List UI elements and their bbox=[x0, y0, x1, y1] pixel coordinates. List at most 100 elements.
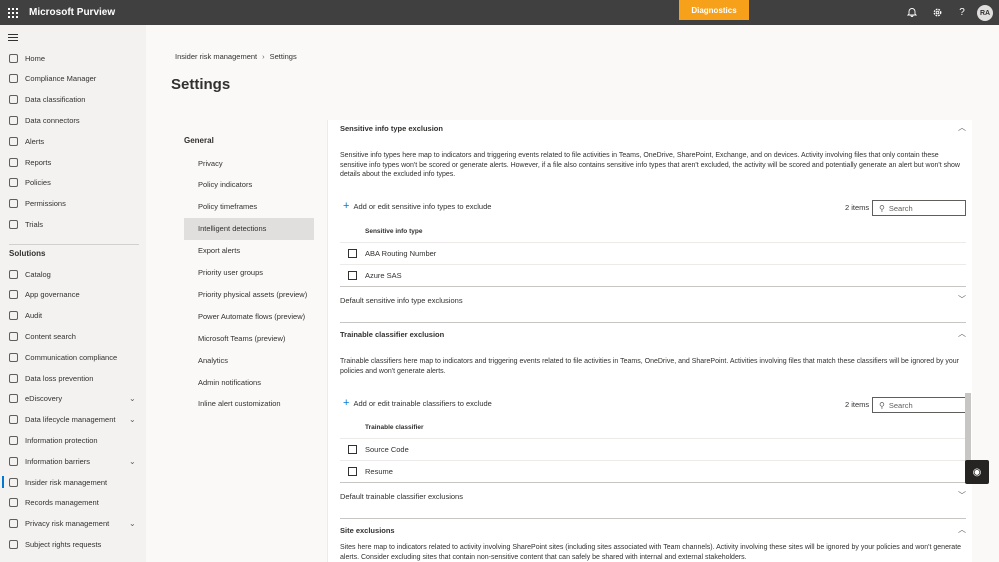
nav-divider bbox=[9, 244, 139, 245]
sidebar-item-data-lifecycle-management[interactable]: Data lifecycle management ⌄ bbox=[0, 412, 146, 428]
app-launcher-icon[interactable] bbox=[8, 8, 18, 18]
chevron-down-icon[interactable]: ﹀ bbox=[958, 294, 966, 305]
settings-nav-item-power-automate-flows-preview-[interactable]: Power Automate flows (preview) bbox=[184, 305, 314, 327]
trials-icon bbox=[9, 219, 18, 229]
settings-nav-item-policy-indicators[interactable]: Policy indicators bbox=[184, 174, 314, 196]
alert-icon bbox=[9, 136, 18, 146]
settings-nav-item-analytics[interactable]: Analytics bbox=[184, 349, 314, 371]
section-divider bbox=[340, 322, 966, 323]
page-title: Settings bbox=[171, 76, 231, 93]
breadcrumb-current: Settings bbox=[269, 52, 297, 61]
sidebar-item-content-search[interactable]: Content search bbox=[0, 328, 146, 344]
sidebar-item-app-governance[interactable]: App governance bbox=[0, 287, 146, 303]
sidebar-item-privacy-risk-management[interactable]: Privacy risk management ⌄ bbox=[0, 516, 146, 532]
app-title[interactable]: Microsoft Purview bbox=[29, 7, 115, 18]
feedback-button[interactable]: ◉ bbox=[965, 460, 989, 484]
audit-icon bbox=[9, 311, 18, 321]
diagnostics-button[interactable]: Diagnostics bbox=[679, 0, 749, 20]
default-trainable-exclusions-row[interactable]: Default trainable classifier exclusions … bbox=[340, 482, 966, 510]
home-icon bbox=[9, 53, 18, 63]
table-row: Source Code bbox=[340, 438, 966, 460]
sidebar-item-label: Subject rights requests bbox=[25, 539, 102, 549]
sidebar-item-insider-risk-management[interactable]: Insider risk management bbox=[0, 474, 146, 490]
default-sensitive-exclusions-row[interactable]: Default sensitive info type exclusions ﹀ bbox=[340, 286, 966, 314]
sidebar-item-ediscovery[interactable]: eDiscovery ⌄ bbox=[0, 391, 146, 407]
breadcrumb-parent[interactable]: Insider risk management bbox=[175, 52, 257, 61]
table-row: ABA Routing Number bbox=[340, 242, 966, 264]
settings-nav-item-export-alerts[interactable]: Export alerts bbox=[184, 240, 314, 262]
settings-nav-item-privacy[interactable]: Privacy bbox=[184, 152, 314, 174]
trainable-column-header: Trainable classifier bbox=[365, 424, 424, 431]
info-protection-icon bbox=[9, 435, 18, 445]
sidebar-item-policies[interactable]: Policies bbox=[0, 175, 146, 191]
sidebar-item-data-classification[interactable]: Data classification bbox=[0, 92, 146, 108]
settings-nav-item-inline-alert-customization[interactable]: Inline alert customization bbox=[184, 393, 314, 415]
sensitive-search-input[interactable]: ⚲ Search bbox=[872, 200, 966, 216]
sidebar-item-information-barriers[interactable]: Information barriers ⌄ bbox=[0, 453, 146, 469]
chevron-down-icon[interactable]: ⌄ bbox=[129, 394, 136, 403]
sidebar-item-data-loss-prevention[interactable]: Data loss prevention bbox=[0, 370, 146, 386]
sidebar-item-audit[interactable]: Audit bbox=[0, 308, 146, 324]
sidebar-item-trials[interactable]: Trials bbox=[0, 216, 146, 232]
records-icon bbox=[9, 498, 18, 508]
feedback-icon: ◉ bbox=[972, 466, 982, 478]
row-label: Source Code bbox=[365, 445, 409, 454]
sidebar-item-home[interactable]: Home bbox=[0, 50, 146, 66]
sidebar-item-label: Alerts bbox=[25, 136, 45, 146]
sidebar-item-subject-rights-requests[interactable]: Subject rights requests bbox=[0, 536, 146, 552]
chevron-down-icon[interactable]: ⌄ bbox=[129, 415, 136, 424]
chevron-down-icon[interactable]: ⌄ bbox=[129, 519, 136, 528]
chevron-right-icon: › bbox=[262, 52, 265, 61]
chevron-down-icon[interactable]: ﹀ bbox=[958, 490, 966, 501]
help-icon[interactable]: ? bbox=[956, 6, 968, 18]
hamburger-menu-icon[interactable] bbox=[8, 34, 18, 43]
chevron-up-icon[interactable]: ︿ bbox=[958, 524, 966, 535]
trainable-search-input[interactable]: ⚲ Search bbox=[872, 397, 966, 413]
top-bar: Microsoft Purview Diagnostics ? RA bbox=[0, 0, 999, 25]
sidebar-item-data-connectors[interactable]: Data connectors bbox=[0, 112, 146, 128]
sidebar-item-label: Data connectors bbox=[25, 115, 80, 125]
add-trainable-classifier-label: Add or edit trainable classifiers to exc… bbox=[353, 399, 492, 408]
add-trainable-classifier-button[interactable]: + Add or edit trainable classifiers to ex… bbox=[343, 398, 492, 409]
settings-nav-item-priority-physical-assets-preview-[interactable]: Priority physical assets (preview) bbox=[184, 283, 314, 305]
row-label: ABA Routing Number bbox=[365, 249, 437, 258]
sidebar-item-label: Information protection bbox=[25, 435, 98, 445]
row-checkbox[interactable] bbox=[348, 249, 357, 258]
settings-nav-item-policy-timeframes[interactable]: Policy timeframes bbox=[184, 196, 314, 218]
sensitive-item-count: 2 items bbox=[845, 203, 870, 212]
ediscovery-icon bbox=[9, 394, 18, 404]
sidebar-item-information-protection[interactable]: Information protection bbox=[0, 432, 146, 448]
chevron-up-icon[interactable]: ︿ bbox=[958, 122, 966, 133]
privacy-icon bbox=[9, 519, 18, 529]
settings-nav-item-intelligent-detections[interactable]: Intelligent detections bbox=[184, 217, 314, 240]
sidebar-item-compliance-manager[interactable]: Compliance Manager bbox=[0, 71, 146, 87]
sidebar-item-alerts[interactable]: Alerts bbox=[0, 133, 146, 149]
sidebar-item-permissions[interactable]: Permissions bbox=[0, 196, 146, 212]
settings-gear-icon[interactable] bbox=[931, 6, 943, 18]
classification-icon bbox=[9, 95, 18, 105]
sidebar-item-catalog[interactable]: Catalog bbox=[0, 266, 146, 282]
chevron-down-icon[interactable]: ⌄ bbox=[129, 457, 136, 466]
sidebar-item-communication-compliance[interactable]: Communication compliance bbox=[0, 349, 146, 365]
settings-nav-item-microsoft-teams-preview-[interactable]: Microsoft Teams (preview) bbox=[184, 327, 314, 349]
sidebar-item-label: Catalog bbox=[25, 269, 51, 279]
add-sensitive-info-label: Add or edit sensitive info types to excl… bbox=[353, 202, 492, 211]
row-label: Resume bbox=[365, 467, 393, 476]
row-checkbox[interactable] bbox=[348, 271, 357, 280]
sidebar-item-label: Compliance Manager bbox=[25, 74, 97, 84]
add-sensitive-info-button[interactable]: + Add or edit sensitive info types to exc… bbox=[343, 201, 492, 212]
sidebar-item-label: Data lifecycle management bbox=[25, 415, 116, 425]
avatar[interactable]: RA bbox=[977, 5, 993, 21]
sidebar-item-reports[interactable]: Reports bbox=[0, 154, 146, 170]
settings-nav-item-admin-notifications[interactable]: Admin notifications bbox=[184, 371, 314, 393]
lifecycle-icon bbox=[9, 415, 18, 425]
row-checkbox[interactable] bbox=[348, 467, 357, 476]
settings-nav-item-priority-user-groups[interactable]: Priority user groups bbox=[184, 262, 314, 284]
default-trainable-exclusions-label: Default trainable classifier exclusions bbox=[340, 492, 463, 501]
chevron-up-icon[interactable]: ︿ bbox=[958, 328, 966, 339]
sidebar-item-label: Information barriers bbox=[25, 456, 91, 466]
sidebar-item-records-management[interactable]: Records management bbox=[0, 495, 146, 511]
notifications-icon[interactable] bbox=[906, 6, 918, 18]
scrollbar-thumb[interactable] bbox=[965, 393, 971, 463]
row-checkbox[interactable] bbox=[348, 445, 357, 454]
